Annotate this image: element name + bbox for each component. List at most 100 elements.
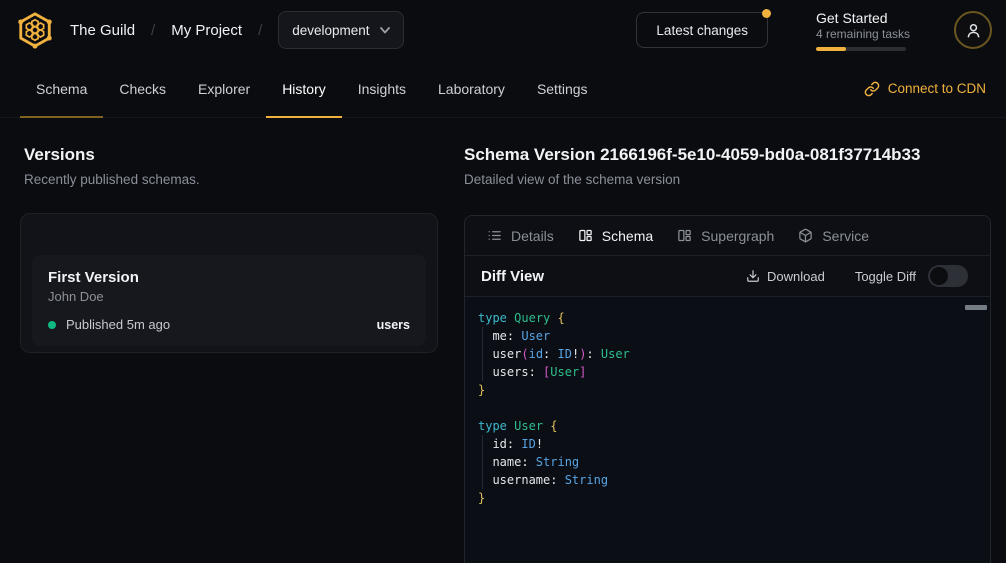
code-token: ( [521,347,528,361]
schema-code-viewer[interactable]: type Query { me: User user(id: ID!): Use… [465,297,990,563]
toggle-diff-knob [930,267,948,285]
code-line: name: String [478,453,977,471]
download-button[interactable]: Download [746,269,825,284]
code-line: me: User [478,327,977,345]
nav-tab-laboratory[interactable]: Laboratory [422,60,521,117]
code-token: name: [478,455,536,469]
target-selector-value: development [292,23,369,38]
get-started-progressbar [816,47,906,51]
code-token: ID [521,437,535,451]
code-line: type User { [478,417,977,435]
version-name: First Version [48,269,410,286]
code-token: } [478,491,485,505]
code-token: User [514,419,543,433]
detail-tab-label: Details [511,228,554,244]
get-started-subtitle: 4 remaining tasks [816,27,912,42]
version-meta: Published 5m ago users [48,317,410,332]
nav-tab-label: History [282,81,326,97]
list-icon [487,228,502,243]
detail-tab-schema[interactable]: Schema [578,228,653,244]
panels-icon [578,228,593,243]
code-token: type [478,419,507,433]
code-line: id: ID! [478,435,977,453]
version-author: John Doe [48,289,410,304]
code-token: User [601,347,630,361]
code-token: { [550,419,557,433]
code-token: ] [579,365,586,379]
code-token: : [586,347,600,361]
toggle-diff-switch[interactable] [928,265,968,287]
code-line: } [478,489,977,507]
notification-dot [762,9,771,18]
latest-changes-button[interactable]: Latest changes [636,12,768,48]
breadcrumb-org[interactable]: The Guild [70,22,135,39]
code-scrollbar-thumb[interactable] [965,305,987,310]
nav-tab-label: Laboratory [438,81,505,97]
nav-tab-explorer[interactable]: Explorer [182,60,266,117]
target-nav: Schema Checks Explorer History Insights Labor… [0,60,1006,118]
code-token: : [543,347,557,361]
code-line: } [478,381,977,399]
nav-tab-label: Settings [537,81,588,97]
detail-tab-details[interactable]: Details [487,228,554,244]
download-icon [746,269,760,283]
nav-tab-label: Checks [119,81,166,97]
toggle-diff-label: Toggle Diff [855,269,916,284]
detail-tab-label: Supergraph [701,228,774,244]
versions-subtitle: Recently published schemas. [24,172,200,187]
code-token: Query [514,311,550,325]
code-token: id: [478,437,521,451]
nav-tab-checks[interactable]: Checks [103,60,182,117]
detail-tab-label: Schema [602,228,653,244]
breadcrumb-separator: / [258,22,262,39]
person-icon [964,21,983,40]
code-line: user(id: ID!): User [478,345,977,363]
schema-version-panel: Details Schema Supergraph Service Diff View… [464,215,991,563]
latest-changes-label: Latest changes [656,23,748,38]
diff-view-title: Diff View [481,268,544,285]
detail-tab-supergraph[interactable]: Supergraph [677,228,774,244]
nav-tab-label: Insights [358,81,406,97]
nav-tab-insights[interactable]: Insights [342,60,422,117]
nav-tab-underline [266,116,342,118]
version-list-item[interactable]: First Version John Doe Published 5m ago use… [32,255,426,346]
cube-icon [798,228,813,243]
code-token: ID [558,347,572,361]
schema-version-title: Schema Version 2166196f-5e10-4059-bd0a-0… [464,145,992,165]
versions-title: Versions [24,145,200,165]
nav-tab-label: Explorer [198,81,250,97]
schema-code-lines: type Query { me: User user(id: ID!): Use… [478,309,977,507]
code-token: me: [478,329,521,343]
connect-to-cdn-button[interactable]: Connect to CDN [864,60,986,117]
target-selector[interactable]: development [278,11,403,49]
nav-tabs: Schema Checks Explorer History Insights Labor… [20,60,604,117]
versions-header: Versions Recently published schemas. [24,145,200,187]
code-line: users: [User] [478,363,977,381]
schema-version-subtitle: Detailed view of the schema version [464,172,992,187]
hive-logo-icon[interactable] [16,11,54,49]
published-status-dot [48,321,56,329]
breadcrumb-project[interactable]: My Project [171,22,242,39]
version-service-badge: users [377,318,410,332]
version-status: Published 5m ago [66,317,170,332]
code-token [550,311,557,325]
chevron-down-icon [380,27,390,34]
versions-list: First Version John Doe Published 5m ago use… [32,255,426,346]
code-line: username: String [478,471,977,489]
user-avatar[interactable] [954,11,992,49]
get-started-widget[interactable]: Get Started 4 remaining tasks [816,10,912,51]
link-icon [864,81,880,97]
code-line: type Query { [478,309,977,327]
nav-tab-history[interactable]: History [266,60,342,117]
nav-tab-settings[interactable]: Settings [521,60,604,117]
breadcrumb-separator: / [151,22,155,39]
code-token: user [478,347,521,361]
download-label: Download [767,269,825,284]
nav-tab-label: Schema [36,81,87,97]
code-token: id [529,347,543,361]
code-token: { [558,311,565,325]
code-line [478,399,977,417]
code-token: String [536,455,579,469]
detail-tab-service[interactable]: Service [798,228,869,244]
nav-tab-schema[interactable]: Schema [20,60,103,117]
